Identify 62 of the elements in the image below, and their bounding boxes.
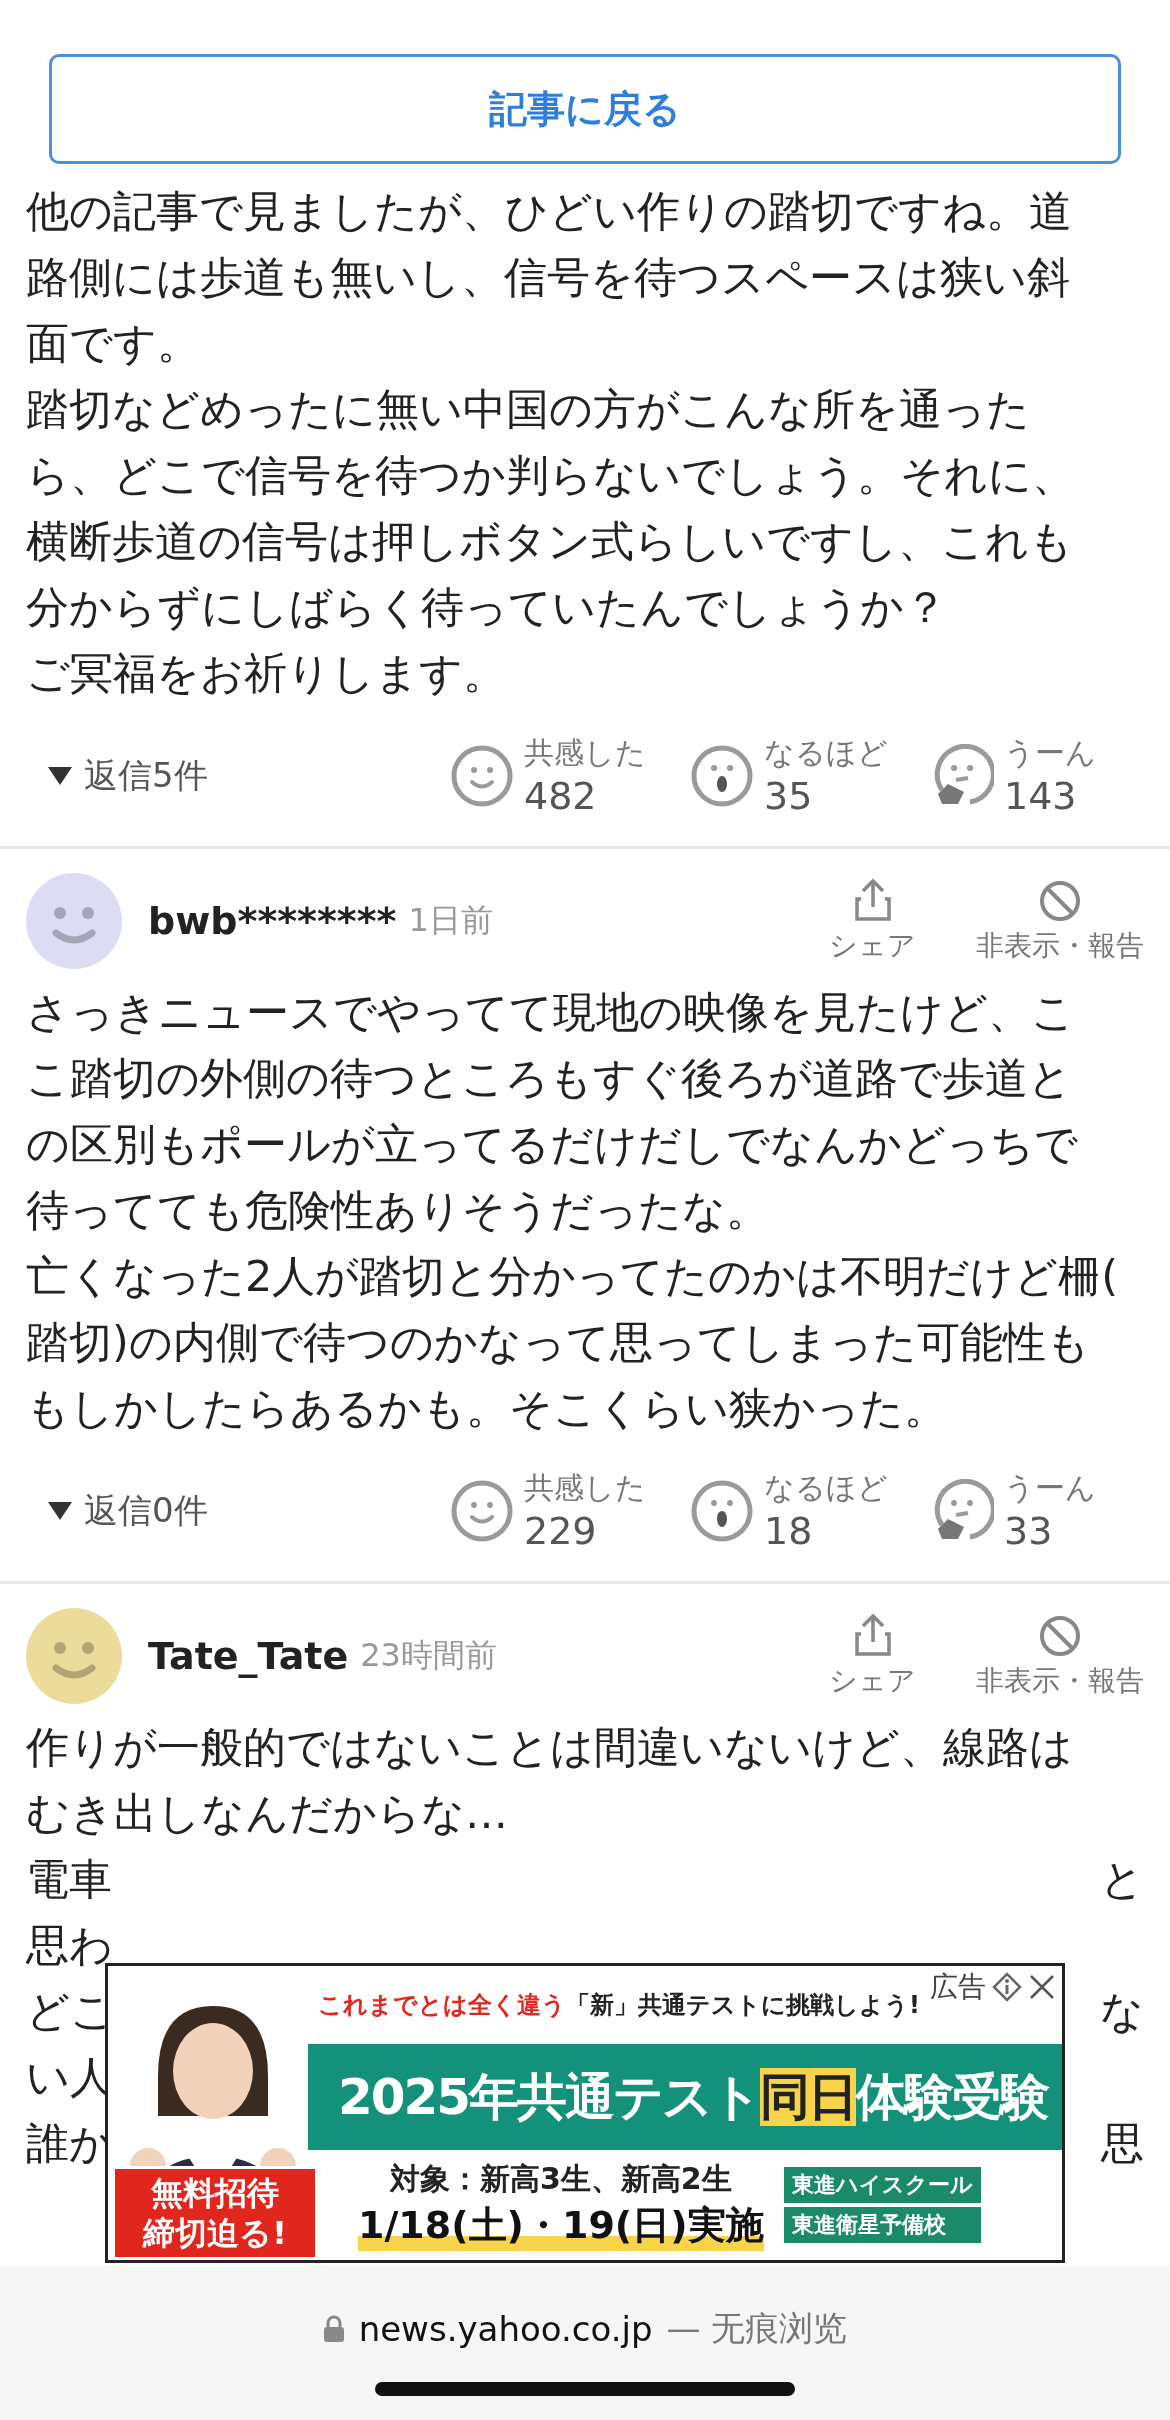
comment-text-line: 他の記事で見ましたが、ひどい作りの踏切ですね。道 bbox=[25, 185, 1073, 238]
hide-button[interactable]: 非表示・報告 bbox=[976, 1614, 1144, 1700]
comment-text-line: さっきニュースでやってて現地の映像を見たけど、こ bbox=[25, 986, 1076, 1039]
share-button[interactable]: シェア bbox=[829, 1612, 916, 1700]
comment-text-line: 路側には歩道も無いし、信号を待つスペースは狭い斜 bbox=[25, 251, 1071, 304]
comment-text-line: の区別もポールが立ってるだけだしでなんかどっちで bbox=[25, 1118, 1079, 1171]
comment-text-fragment: と bbox=[1100, 1853, 1144, 1906]
post-time: 23時間前 bbox=[360, 1635, 497, 1676]
share-icon bbox=[852, 877, 893, 923]
lock-icon bbox=[322, 2315, 345, 2343]
comment-text-line: 踏切などめったに無い中国の方がこんな所を通った bbox=[25, 383, 1031, 436]
ad-headline: これまでとは全く違う bbox=[318, 1990, 566, 2021]
user-name[interactable]: bwb******** bbox=[148, 899, 397, 943]
surprised-face-icon bbox=[690, 1479, 754, 1543]
comment-text-line: こ踏切の外側の待つところもすぐ後ろが道路で歩道と bbox=[25, 1052, 1073, 1105]
reaction-button[interactable]: なるほど 35 bbox=[690, 733, 930, 819]
comment-text-fragment: 思 bbox=[1101, 2117, 1144, 2170]
replies-toggle[interactable]: 返信0件 bbox=[48, 1488, 208, 1534]
comment-text-line: 分からずにしばらく待っていたんでしょうか？ bbox=[25, 581, 948, 634]
comment-text-line: ら、どこで信号を待つか判らないでしょう。それに、 bbox=[25, 449, 1076, 502]
comment-text-line: むき出しなんだからな… bbox=[25, 1787, 509, 1840]
reaction-button[interactable]: 共感した 229 bbox=[450, 1468, 690, 1554]
caret-icon bbox=[48, 1502, 72, 1520]
school-logo: 東進ハイスクール bbox=[783, 2167, 981, 2203]
block-icon bbox=[1038, 879, 1082, 923]
address-domain[interactable]: news.yahoo.co.jp bbox=[358, 2309, 653, 2349]
back-to-article-button[interactable]: 記事に戻る bbox=[49, 54, 1121, 164]
block-icon bbox=[1038, 1614, 1082, 1658]
ad-target-text: 対象：新高3生、新高2生 bbox=[389, 2160, 732, 2198]
close-icon[interactable] bbox=[1028, 1973, 1056, 2001]
smiley-face-icon bbox=[450, 1479, 514, 1543]
comment-text-line: 作りが一般的ではないことは間違いないけど、線路は bbox=[25, 1721, 1074, 1774]
comment-text-fragment: 電車 bbox=[26, 1853, 112, 1906]
share-icon bbox=[852, 1612, 893, 1658]
reaction-button[interactable]: 共感した 482 bbox=[450, 733, 690, 819]
smiley-face-icon bbox=[450, 744, 514, 808]
comment-text-line: 待ってても危険性ありそうだったな。 bbox=[25, 1184, 770, 1237]
ad-headline: 「新」共通テストに挑戦しよう! bbox=[566, 1990, 920, 2021]
surprised-face-icon bbox=[690, 744, 754, 808]
school-logo: 東進衛星予備校 bbox=[783, 2207, 981, 2243]
comment-text-line: 踏切)の内側で待つのかなって思ってしまった可能性も bbox=[25, 1316, 1091, 1369]
reaction-button[interactable]: なるほど 18 bbox=[690, 1468, 930, 1554]
reaction-button[interactable]: うーん 143 bbox=[930, 733, 1170, 819]
info-icon[interactable] bbox=[992, 1972, 1022, 2002]
ad-label: 広告 bbox=[930, 1969, 986, 2005]
browsing-mode: — 无痕浏览 bbox=[666, 2307, 848, 2350]
comment-text-line: 横断歩道の信号は押しボタン式らしいですし、これも bbox=[25, 515, 1074, 568]
ad-badge: 無料招待 締切迫る! bbox=[112, 2166, 318, 2260]
comment-text-fragment: な bbox=[1100, 1985, 1144, 2038]
ad-title: 2025年共通テスト 同日体験受験 bbox=[338, 2066, 1049, 2128]
user-name[interactable]: Tate_Tate bbox=[148, 1634, 349, 1678]
comment-text-line: 亡くなった2人が踏切と分かってたのかは不明だけど柵( bbox=[25, 1250, 1120, 1303]
share-button[interactable]: シェア bbox=[829, 877, 916, 965]
reaction-button[interactable]: うーん 33 bbox=[930, 1468, 1170, 1554]
ad-banner[interactable]: これまでとは全く違う「新」共通テストに挑戦しよう! 2025年共通テスト 同日体験受験 対象：新高3生、新高2生 1/18(土)・19(日)実施 東進ハイスクール 東進衛星予備校 無料招待 締切迫る! 広告 bbox=[105, 1963, 1065, 2263]
comment-text-line: 面です。 bbox=[25, 317, 201, 370]
hide-button[interactable]: 非表示・報告 bbox=[976, 879, 1144, 965]
comment-text-line: もしかしたらあるかも。そこくらい狭かった。 bbox=[25, 1382, 948, 1435]
caret-icon bbox=[48, 767, 72, 785]
replies-toggle[interactable]: 返信5件 bbox=[48, 753, 208, 799]
comment-text-line: ご冥福をお祈りします。 bbox=[25, 647, 507, 700]
post-time: 1日前 bbox=[408, 900, 493, 941]
